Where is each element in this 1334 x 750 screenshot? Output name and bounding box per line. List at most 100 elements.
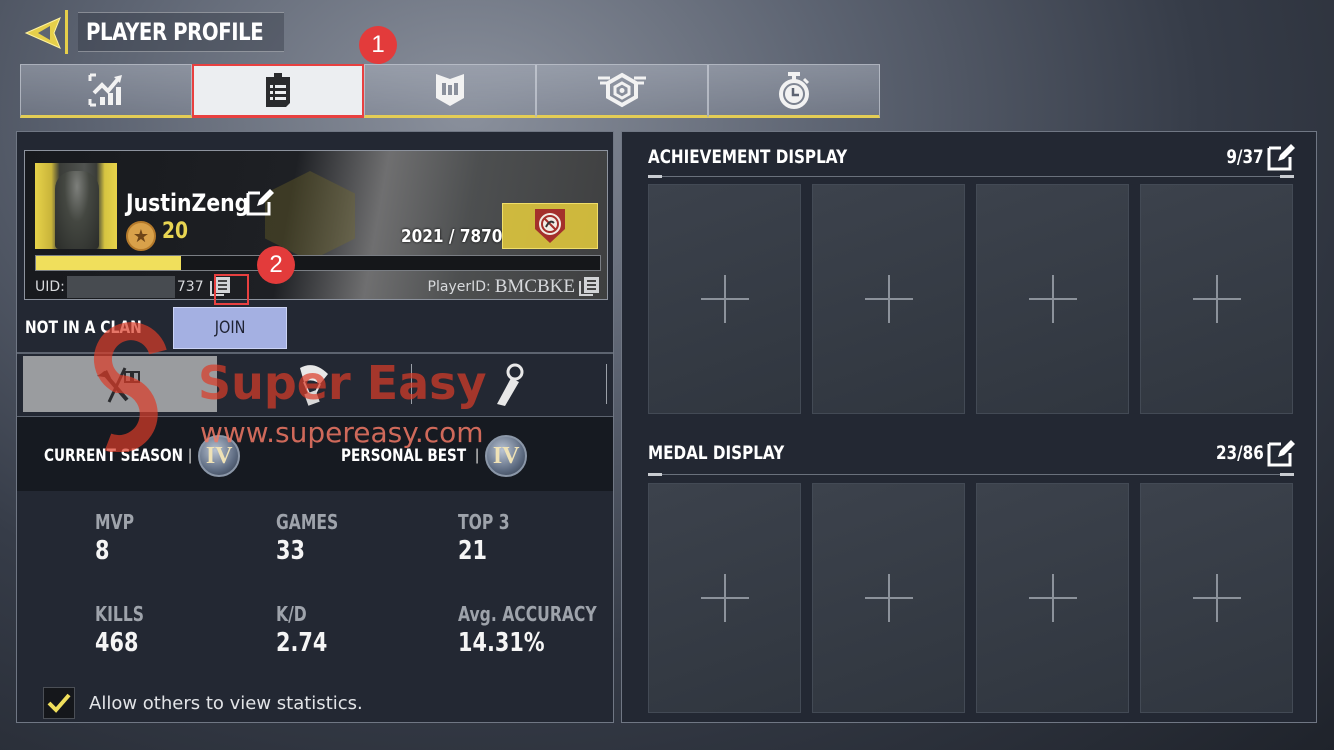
zombie-hand-icon <box>497 363 524 406</box>
avatar[interactable] <box>35 163 117 249</box>
achievement-slot[interactable] <box>812 184 965 414</box>
parachute-icon <box>300 365 328 406</box>
profile-panel: JustinZeng ★ 20 2021 / 7870 UID: 737 Pla… <box>16 131 614 723</box>
medal-count: 23/86 <box>1216 442 1264 464</box>
plus-icon <box>1192 574 1241 622</box>
annotation-badge-2: 2 <box>257 246 295 284</box>
header-separator <box>65 10 68 54</box>
player-level: 20 <box>162 219 189 244</box>
plus-icon <box>700 275 749 323</box>
stat-top3: TOP 3 21 <box>458 510 524 566</box>
mode-battle-royale[interactable] <box>217 356 411 412</box>
back-button[interactable] <box>20 10 66 56</box>
copy-uid-highlight <box>214 274 249 305</box>
achievement-slot[interactable] <box>648 184 801 414</box>
player-card: JustinZeng ★ 20 2021 / 7870 UID: 737 Pla… <box>24 150 608 300</box>
section-divider <box>648 473 1294 476</box>
annotation-badge-1: 1 <box>359 26 397 64</box>
medal-slot[interactable] <box>976 483 1129 713</box>
stat-label: KILLS <box>95 602 145 626</box>
tab-profile[interactable] <box>192 64 364 118</box>
stopwatch-icon <box>779 72 810 109</box>
plus-icon <box>1028 275 1077 323</box>
allow-stats-label: Allow others to view statistics. <box>89 693 363 714</box>
stats-chart-icon <box>88 73 122 107</box>
soldier-portrait <box>55 171 99 249</box>
stat-kills: KILLS 468 <box>95 602 158 658</box>
profile-tabs <box>20 64 880 118</box>
stat-label: MVP <box>95 510 135 534</box>
stat-value: 8 <box>95 536 110 566</box>
tab-emblem[interactable] <box>364 64 536 118</box>
plus-icon <box>864 275 913 323</box>
tab-stats[interactable] <box>20 64 192 118</box>
stat-value: 468 <box>95 628 139 658</box>
season-rank-row: CURRENT SEASON | IV PERSONAL BEST | IV <box>17 417 613 491</box>
crossed-weapons-icon <box>97 367 140 403</box>
stat-value: 14.31% <box>458 628 545 658</box>
stat-label: TOP 3 <box>458 510 510 534</box>
medal-slot[interactable] <box>812 483 965 713</box>
stat-kd: K/D 2.74 <box>276 602 340 658</box>
edit-medals-icon[interactable] <box>1266 438 1296 468</box>
season-separator: | <box>475 447 480 464</box>
stat-games: GAMES 33 <box>276 510 356 566</box>
medal-slots <box>648 483 1293 713</box>
uid-row: UID: 737 <box>35 276 230 298</box>
clipboard-list-icon <box>266 72 290 107</box>
allow-stats-checkbox[interactable] <box>43 687 75 719</box>
checkmark-icon <box>47 693 71 713</box>
plus-icon <box>864 574 913 622</box>
medal-slot[interactable] <box>1140 483 1293 713</box>
section-divider <box>648 175 1294 178</box>
winged-hexagon-icon <box>598 72 646 108</box>
medal-display-title: MEDAL DISPLAY <box>648 442 785 464</box>
plus-icon <box>700 574 749 622</box>
mode-zombies[interactable] <box>412 356 606 412</box>
shield-crest-icon <box>535 209 565 243</box>
stat-mvp: MVP 8 <box>95 510 145 566</box>
shield-emblem-icon <box>436 74 464 106</box>
game-mode-selector <box>23 356 607 412</box>
edit-name-icon[interactable] <box>245 187 275 217</box>
join-clan-label: JOIN <box>214 318 246 338</box>
medal-slot[interactable] <box>648 483 801 713</box>
clan-emblem[interactable] <box>502 203 598 249</box>
username: JustinZeng <box>126 189 250 217</box>
edit-achievements-icon[interactable] <box>1266 142 1296 172</box>
xp-text: 2021 / 7870 <box>401 226 503 247</box>
level-star-icon: ★ <box>126 221 156 251</box>
clan-status: NOT IN A CLAN <box>25 318 142 338</box>
achievement-slot[interactable] <box>1140 184 1293 414</box>
player-id-row: PlayerID: BMCBKE <box>428 276 599 298</box>
stat-label: Avg. ACCURACY <box>458 602 597 626</box>
stat-value: 21 <box>458 536 487 566</box>
current-season: CURRENT SEASON | IV <box>44 435 241 477</box>
achievement-slot[interactable] <box>976 184 1129 414</box>
personal-best-rank-badge[interactable]: IV <box>485 435 528 477</box>
plus-icon <box>1192 275 1241 323</box>
tab-history[interactable] <box>708 64 880 118</box>
uid-suffix: 737 <box>176 279 204 295</box>
display-panel: ACHIEVEMENT DISPLAY 9/37 MEDAL DISPLAY 2… <box>621 131 1317 723</box>
stat-value: 2.74 <box>276 628 328 658</box>
current-season-label: CURRENT SEASON <box>44 446 184 466</box>
tab-badges[interactable] <box>536 64 708 118</box>
achievement-display-title: ACHIEVEMENT DISPLAY <box>648 146 848 168</box>
back-arrow-icon <box>24 17 61 49</box>
player-id-label: PlayerID: <box>427 279 491 295</box>
uid-redacted <box>66 276 175 298</box>
stat-value: 33 <box>276 536 305 566</box>
uid-label: UID: <box>35 279 65 295</box>
achievement-count: 9/37 <box>1226 146 1264 168</box>
plus-icon <box>1028 574 1077 622</box>
copy-player-id-icon[interactable] <box>579 277 599 297</box>
mode-separator <box>606 364 607 404</box>
join-clan-button[interactable]: JOIN <box>173 307 287 349</box>
mode-multiplayer[interactable] <box>23 356 217 412</box>
player-id-value: BMCBKE <box>494 276 575 297</box>
page-title-box: PLAYER PROFILE <box>78 12 284 52</box>
current-season-rank-badge[interactable]: IV <box>198 435 241 477</box>
personal-best-label: PERSONAL BEST <box>341 446 467 466</box>
page-title: PLAYER PROFILE <box>86 18 264 46</box>
